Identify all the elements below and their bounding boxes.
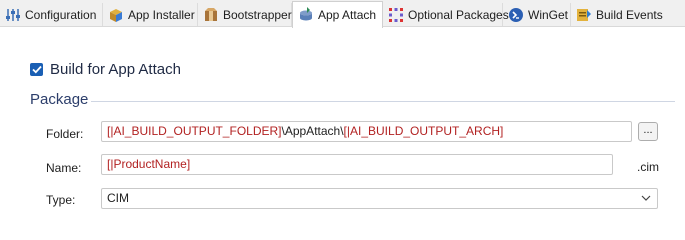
tab-optional-packages[interactable]: Optional Packages <box>383 3 509 26</box>
optional-packages-icon <box>389 7 403 22</box>
browse-button[interactable]: ... <box>638 122 658 141</box>
type-select-value: CIM <box>107 191 129 205</box>
winget-icon <box>509 7 523 22</box>
name-extension-label: .cim <box>637 160 659 174</box>
folder-value-part: [|AI_BUILD_OUTPUT_FOLDER] <box>107 124 282 138</box>
name-label: Name: <box>46 161 82 175</box>
tab-build-events[interactable]: Build Events <box>571 3 663 26</box>
group-divider <box>91 101 675 102</box>
name-value: [|ProductName] <box>107 157 191 171</box>
app-installer-icon <box>110 8 122 22</box>
tab-winget[interactable]: WinGet <box>503 3 571 26</box>
build-events-icon <box>577 8 591 21</box>
tab-label: WinGet <box>528 7 569 22</box>
folder-value-part: [|AI_BUILD_OUTPUT_ARCH] <box>343 124 504 138</box>
checkbox-label: Build for App Attach <box>50 60 181 78</box>
tab-label: Configuration <box>25 7 97 22</box>
checkbox-checked-icon[interactable] <box>30 62 43 76</box>
folder-field[interactable]: [|AI_BUILD_OUTPUT_FOLDER]\AppAttach\[|AI… <box>101 121 632 142</box>
type-select[interactable]: CIM <box>101 188 658 209</box>
app-attach-icon <box>300 7 312 21</box>
type-label: Type: <box>46 193 76 207</box>
tab-strip: Configuration App Installer Bootstrapper… <box>0 0 685 28</box>
tab-bootstrapper[interactable]: Bootstrapper <box>198 3 292 26</box>
tab-label: App Installer <box>128 7 195 22</box>
chevron-down-icon[interactable] <box>641 194 651 202</box>
configuration-icon <box>6 8 20 21</box>
tab-app-installer[interactable]: App Installer <box>103 3 198 26</box>
folder-value-part: \AppAttach\ <box>281 124 344 138</box>
name-field[interactable]: [|ProductName] <box>101 154 613 175</box>
tab-label: Optional Packages <box>408 7 509 22</box>
bootstrapper-icon <box>205 7 217 21</box>
package-group-title: Package <box>30 91 89 108</box>
tab-configuration[interactable]: Configuration <box>0 3 103 26</box>
tab-label: Bootstrapper <box>223 7 292 22</box>
tab-app-attach[interactable]: App Attach <box>292 1 383 28</box>
tab-label: App Attach <box>318 8 377 22</box>
tab-label: Build Events <box>596 7 663 22</box>
build-for-app-attach-checkbox[interactable]: Build for App Attach <box>30 60 181 78</box>
folder-label: Folder: <box>46 127 84 141</box>
